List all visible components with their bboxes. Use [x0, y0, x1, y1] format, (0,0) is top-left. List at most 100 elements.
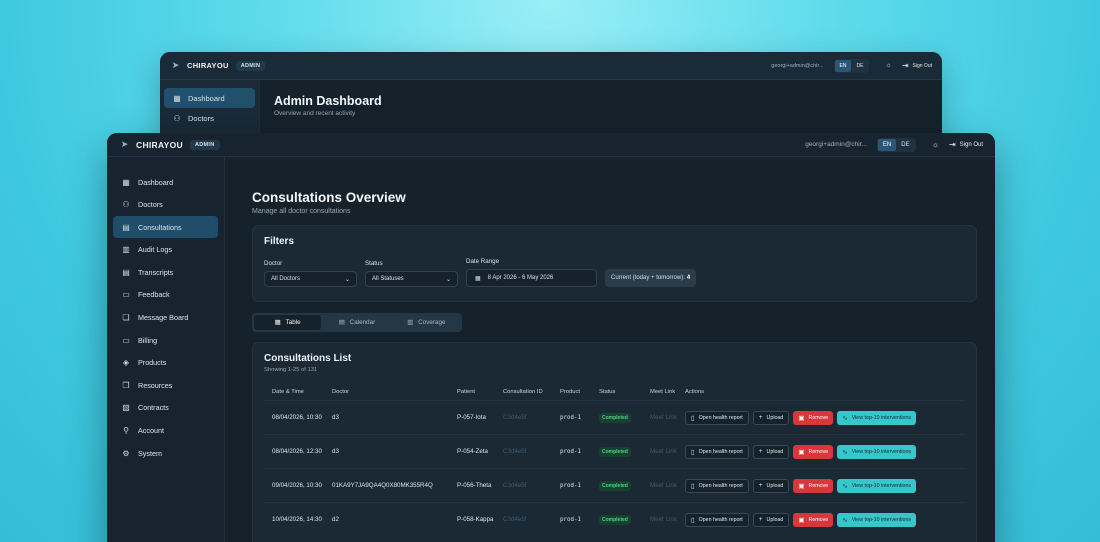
sign-out-icon: ⇥ [948, 140, 956, 149]
date-range-value: 8 Apr 2026 - 6 May 2026 [487, 275, 554, 281]
back-theme-icon[interactable]: ☼ [885, 62, 891, 69]
page-subtitle: Manage all doctor consultations [252, 208, 351, 215]
btn-label: Upload [766, 516, 784, 523]
sidebar-item-feedback[interactable]: ▭ Feedback [113, 284, 218, 306]
view-interventions-button[interactable]: ∿ View top-10 interventions [837, 512, 917, 527]
status-select[interactable]: All Statuses ⌄ [365, 271, 458, 287]
trash-icon: ▣ [798, 414, 805, 422]
status-badge: Completed [599, 514, 631, 525]
doctor-select-value: All Doctors [271, 276, 301, 282]
sidebar-item-resources[interactable]: ❐ Resources [113, 374, 218, 396]
theme-toggle-icon[interactable]: ☼ [932, 140, 939, 149]
back-user-email: georgi+admin@chir... [771, 62, 824, 69]
remove-button[interactable]: ▣ Remove [793, 478, 834, 493]
sidebar-item-message-board[interactable]: ❏ Message Board [113, 307, 218, 329]
back-lang-en[interactable]: EN [834, 59, 852, 72]
current-consultations-pill: Current (today + tomorrow): 4 [605, 269, 697, 287]
col-product: Product [560, 389, 580, 395]
sign-out-icon: ⇥ [901, 61, 909, 70]
cell-product: prod-1 [552, 468, 591, 503]
view-interventions-button[interactable]: ∿ View top-10 interventions [837, 410, 917, 425]
cell-consultation-id[interactable]: C3d4e5f [495, 502, 552, 537]
user-email: georgi+admin@chir... [805, 141, 867, 148]
sidebar-item-contracts[interactable]: ▧ Contracts [113, 397, 218, 419]
back-sidebar-item-dashboard[interactable]: ▦ Dashboard [164, 88, 255, 108]
tab-calendar[interactable]: ▤ Calendar [323, 315, 390, 330]
message-icon: ❏ [122, 313, 130, 323]
sidebar-item-account[interactable]: ⚲ Account [113, 420, 218, 442]
sidebar-item-products[interactable]: ◈ Products [113, 352, 218, 374]
upload-button[interactable]: + Upload [752, 478, 790, 493]
document-icon: ▯ [691, 414, 695, 422]
sidebar-item-audit-logs[interactable]: ▥ Audit Logs [113, 239, 218, 261]
cell-consultation-id[interactable]: C3d4e5f [495, 434, 552, 469]
trash-icon: ▣ [798, 482, 805, 490]
lang-de-button[interactable]: DE [896, 139, 914, 151]
lang-en-button[interactable]: EN [877, 138, 897, 151]
view-interventions-button[interactable]: ∿ View top-10 interventions [837, 444, 917, 459]
products-icon: ◈ [122, 358, 130, 368]
activity-icon: ∿ [842, 516, 848, 524]
open-health-report-button[interactable]: ▯ Open health report [685, 444, 749, 459]
remove-button[interactable]: ▣ Remove [793, 410, 834, 425]
consultations-table: Date & Time Doctor Patient Consultation … [264, 389, 965, 537]
dashboard-icon: ▦ [173, 93, 181, 103]
cell-status: Completed [591, 400, 642, 435]
open-health-report-button[interactable]: ▯ Open health report [685, 512, 749, 527]
cell-actions: ▯ Open health report + Upload ▣ Remove ∿ Vie… [677, 468, 965, 503]
sidebar-item-label: Message Board [138, 313, 189, 323]
cell-meet-link[interactable]: Meet Link [642, 502, 677, 537]
back-sidebar-item-doctors[interactable]: ⚇ Doctors [164, 108, 255, 128]
tab-coverage[interactable]: ▥ Coverage [393, 315, 460, 330]
back-sign-out-button[interactable]: ⇥ Sign Out [902, 61, 932, 70]
btn-label: View top-10 interventions [851, 448, 912, 455]
open-health-report-button[interactable]: ▯ Open health report [685, 410, 749, 425]
cell-patient: P-058-Kappa [449, 502, 495, 537]
col-doctor: Doctor [332, 389, 350, 395]
sidebar-item-transcripts[interactable]: ▤ Transcripts [113, 261, 218, 283]
back-admin-badge: ADMIN [235, 60, 266, 71]
cell-meet-link[interactable]: Meet Link [642, 468, 677, 503]
remove-button[interactable]: ▣ Remove [793, 512, 834, 527]
upload-button[interactable]: + Upload [752, 512, 790, 527]
btn-label: View top-10 interventions [851, 414, 912, 421]
current-count: 4 [686, 275, 691, 281]
tab-table[interactable]: ▦ Table [254, 315, 322, 330]
sign-out-button[interactable]: ⇥ Sign Out [949, 140, 983, 149]
view-interventions-button[interactable]: ∿ View top-10 interventions [837, 478, 917, 493]
document-icon: ▯ [691, 516, 695, 524]
cell-actions: ▯ Open health report + Upload ▣ Remove ∿ Vie… [677, 434, 965, 469]
transcript-icon: ▤ [122, 267, 130, 277]
back-sidebar-label: Dashboard [188, 93, 225, 103]
back-lang-de[interactable]: DE [851, 60, 868, 72]
doctor-select[interactable]: All Doctors ⌄ [264, 271, 357, 287]
sidebar-item-billing[interactable]: ▭ Billing [113, 329, 218, 351]
date-range-picker[interactable]: ▦ 8 Apr 2026 - 6 May 2026 [466, 269, 597, 287]
cell-patient: P-054-Zeta [449, 434, 495, 469]
open-health-report-button[interactable]: ▯ Open health report [685, 478, 749, 493]
cell-meet-link[interactable]: Meet Link [642, 400, 677, 435]
sidebar-item-label: Billing [138, 335, 158, 345]
cell-date: 09/04/2026, 10:30 [264, 468, 324, 503]
cell-consultation-id[interactable]: C3d4e5f [495, 468, 552, 503]
sidebar-item-label: Feedback [138, 290, 170, 300]
sidebar-item-system[interactable]: ⚙ System [113, 442, 218, 464]
sidebar-item-doctors[interactable]: ⚇ Doctors [113, 194, 218, 216]
cell-product: prod-1 [552, 400, 591, 435]
cell-meet-link[interactable]: Meet Link [642, 434, 677, 469]
cell-consultation-id[interactable]: C3d4e5f [495, 400, 552, 435]
remove-button[interactable]: ▣ Remove [793, 444, 834, 459]
btn-label: Upload [766, 414, 784, 421]
upload-button[interactable]: + Upload [752, 410, 790, 425]
tab-label: Coverage [418, 319, 446, 326]
cell-doctor: d3 [324, 434, 449, 469]
document-icon: ▯ [691, 482, 695, 490]
upload-button[interactable]: + Upload [752, 444, 790, 459]
cell-product: prod-1 [552, 434, 591, 469]
filter-row: Doctor All Doctors ⌄ Status All Statuses… [264, 258, 965, 287]
sidebar-item-consultations[interactable]: ▤ Consultations [113, 216, 218, 239]
sidebar-item-dashboard[interactable]: ▦ Dashboard [113, 171, 218, 193]
sidebar-item-label: Consultations [138, 222, 182, 232]
col-patient: Patient [457, 389, 476, 395]
app-window: ➤ CHIRAYOU ADMIN georgi+admin@chir... EN… [107, 133, 995, 542]
